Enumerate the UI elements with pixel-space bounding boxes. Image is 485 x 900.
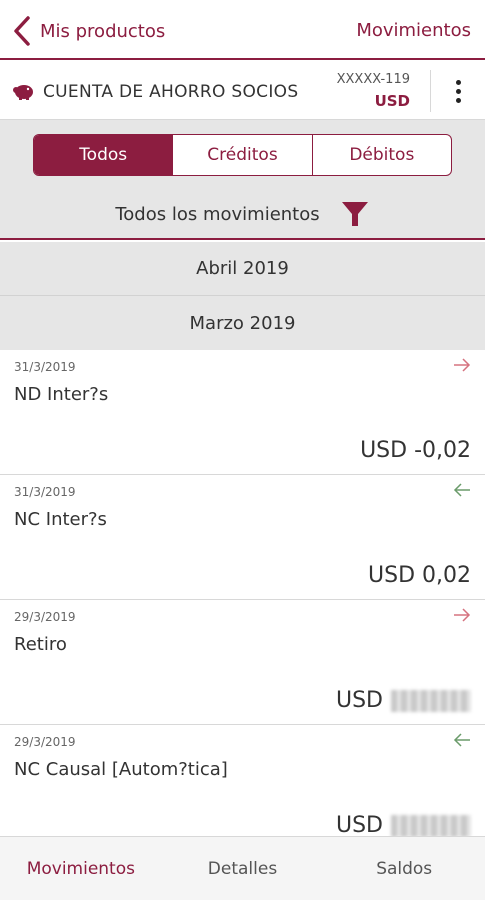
segmented-control: Todos Créditos Débitos xyxy=(33,134,452,176)
transaction-amount: USD xyxy=(336,813,471,836)
account-name: CUENTA DE AHORRO SOCIOS xyxy=(43,82,299,102)
divider xyxy=(430,70,431,112)
transaction-row[interactable]: 29/3/2019 Retiro USD xyxy=(0,600,485,725)
transaction-description: Retiro xyxy=(14,634,67,655)
filter-label: Todos los movimientos xyxy=(115,203,320,225)
more-options-button[interactable] xyxy=(448,74,468,108)
month-header-april[interactable]: Abril 2019 xyxy=(0,242,485,296)
piggy-bank-icon xyxy=(13,85,33,100)
account-header: CUENTA DE AHORRO SOCIOS XXXXX-119 USD xyxy=(0,62,485,120)
transaction-row[interactable]: 31/3/2019 NC Inter?s USD 0,02 xyxy=(0,475,485,600)
filter-panel: Todos Créditos Débitos Todos los movimie… xyxy=(0,120,485,240)
transaction-date: 31/3/2019 xyxy=(14,485,76,499)
chevron-left-icon xyxy=(14,16,30,46)
top-bar: Mis productos Movimientos xyxy=(0,0,485,60)
tab-debitos[interactable]: Débitos xyxy=(311,135,451,175)
account-number: XXXXX-119 xyxy=(336,72,410,87)
transaction-amount: USD xyxy=(336,688,471,713)
transaction-row[interactable]: 29/3/2019 NC Causal [Autom?tica] USD xyxy=(0,725,485,836)
back-button[interactable]: Mis productos xyxy=(10,14,165,48)
transaction-row[interactable]: 31/3/2019 ND Inter?s USD -0,02 xyxy=(0,350,485,475)
transaction-amount: USD -0,02 xyxy=(360,438,471,463)
arrow-left-icon xyxy=(453,483,470,497)
blurred-amount xyxy=(391,690,471,712)
month-header-march[interactable]: Marzo 2019 xyxy=(0,296,485,350)
filter-row[interactable]: Todos los movimientos xyxy=(0,194,485,234)
nav-saldos[interactable]: Saldos xyxy=(323,837,485,900)
nav-movimientos[interactable]: Movimientos xyxy=(0,837,162,900)
bottom-nav: Movimientos Detalles Saldos xyxy=(0,836,485,900)
nav-detalles[interactable]: Detalles xyxy=(162,837,324,900)
arrow-left-icon xyxy=(453,733,470,747)
arrow-right-icon xyxy=(454,358,471,372)
transaction-description: NC Inter?s xyxy=(14,509,107,530)
transaction-date: 31/3/2019 xyxy=(14,360,76,374)
tab-todos[interactable]: Todos xyxy=(34,135,173,175)
arrow-right-icon xyxy=(454,608,471,622)
page-title: Movimientos xyxy=(356,20,471,41)
back-label: Mis productos xyxy=(40,20,166,42)
tab-creditos[interactable]: Créditos xyxy=(172,135,311,175)
transaction-date: 29/3/2019 xyxy=(14,735,76,749)
transaction-description: NC Causal [Autom?tica] xyxy=(14,759,228,780)
transaction-amount: USD 0,02 xyxy=(368,563,471,588)
filter-icon[interactable] xyxy=(340,199,370,229)
transaction-description: ND Inter?s xyxy=(14,384,109,405)
blurred-amount xyxy=(391,815,471,836)
account-currency: USD xyxy=(374,92,410,110)
transaction-date: 29/3/2019 xyxy=(14,610,76,624)
more-vertical-icon xyxy=(455,79,461,85)
